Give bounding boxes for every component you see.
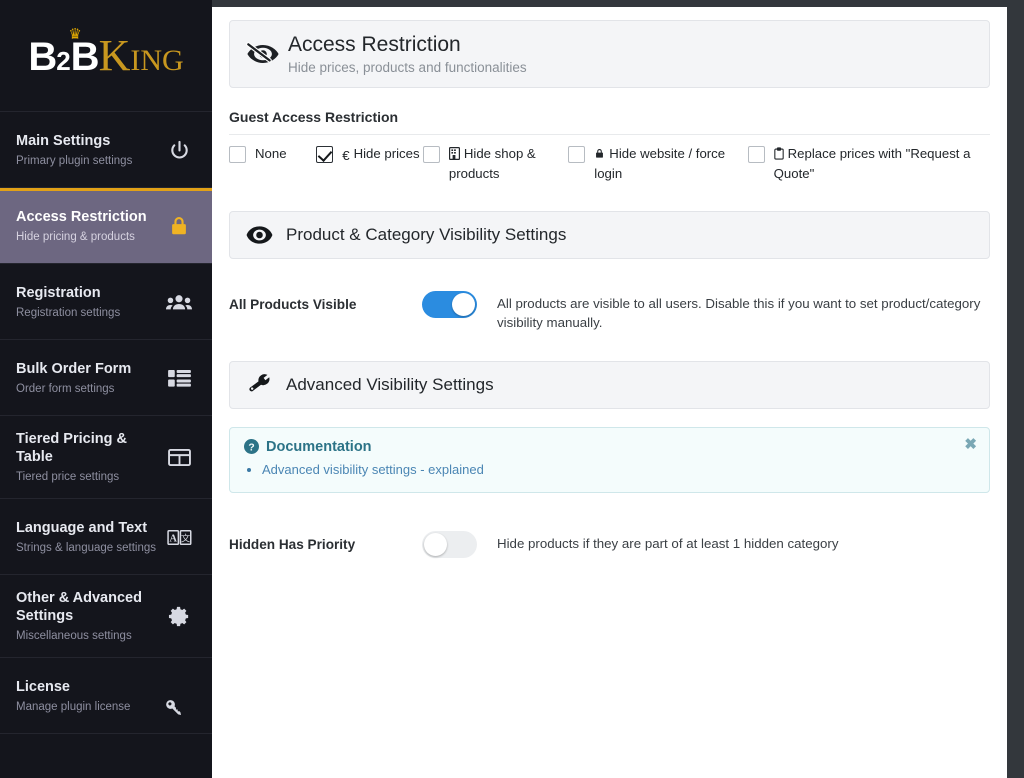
- main-content: Access Restriction Hide prices, products…: [212, 7, 1007, 778]
- sidebar-item-sub: Miscellaneous settings: [16, 630, 132, 643]
- hidden-has-priority-row: Hidden Has Priority Hide products if the…: [229, 521, 990, 558]
- option-none[interactable]: None: [229, 145, 316, 164]
- sidebar-item-title: Tiered Pricing & Table: [16, 431, 127, 466]
- list-grid-icon: [162, 369, 196, 388]
- all-products-visible-description: All products are visible to all users. D…: [497, 295, 981, 330]
- sidebar-item-main-settings[interactable]: Main Settings Primary plugin settings: [0, 112, 212, 188]
- all-products-visible-row: All Products Visible All products are vi…: [229, 281, 990, 333]
- option-hide-prices[interactable]: € Hide prices: [316, 145, 423, 165]
- list-item: Advanced visibility settings - explained: [262, 462, 975, 477]
- crown-icon: ♛: [68, 26, 82, 43]
- eye-slash-icon: [246, 40, 288, 68]
- option-hide-website-force-login[interactable]: Hide website / force login: [568, 145, 747, 183]
- sidebar-item-tiered-pricing[interactable]: Tiered Pricing & Table Tiered price sett…: [0, 416, 212, 500]
- building-icon: [448, 147, 460, 165]
- sidebar-item-title: License: [16, 678, 70, 695]
- sidebar-item-registration[interactable]: Registration Registration settings: [0, 264, 212, 340]
- sidebar-item-sub: Tiered price settings: [16, 471, 120, 484]
- logo-k: K: [98, 30, 131, 80]
- advanced-visibility-section-header: Advanced Visibility Settings: [229, 360, 990, 409]
- app-root: ♛ B2BKING Main Settings Primary plugin s…: [0, 0, 1024, 778]
- sidebar-item-sub: Registration settings: [16, 306, 121, 319]
- all-products-visible-toggle[interactable]: [422, 290, 477, 318]
- option-label: € Hide prices: [342, 146, 420, 164]
- product-visibility-section-header: Product & Category Visibility Settings: [229, 210, 990, 259]
- table-icon: [162, 448, 196, 467]
- brand-logo: ♛ B2BKING: [0, 0, 212, 112]
- option-label: None: [255, 146, 287, 162]
- sidebar-item-title: Main Settings: [16, 132, 111, 149]
- sidebar-item-access-restriction[interactable]: Access Restriction Hide pricing & produc…: [0, 188, 212, 264]
- page-header-panel: Access Restriction Hide prices, products…: [229, 20, 990, 89]
- users-icon: [162, 293, 196, 311]
- checkbox-hide-website-force-login[interactable]: [568, 146, 586, 164]
- section-title: Advanced Visibility Settings: [286, 374, 494, 394]
- checkbox-hide-prices[interactable]: [316, 146, 334, 164]
- sidebar-item-bulk-order-form[interactable]: Bulk Order Form Order form settings: [0, 340, 212, 416]
- documentation-links: Advanced visibility settings - explained: [262, 462, 975, 477]
- logo-ing: ING: [130, 43, 184, 77]
- key-icon: [162, 685, 196, 715]
- checkbox-none[interactable]: [229, 146, 246, 164]
- page-title: Access Restriction: [288, 33, 461, 56]
- documentation-link[interactable]: Advanced visibility settings - explained: [262, 462, 484, 477]
- sidebar-item-sub: Strings & language settings: [16, 541, 157, 554]
- euro-icon: €: [342, 148, 350, 164]
- checkbox-hide-shop-products[interactable]: [422, 146, 440, 164]
- wrench-icon: [246, 373, 286, 397]
- option-label: Hide shop & products: [448, 146, 536, 181]
- svg-text:?: ?: [248, 442, 254, 453]
- power-icon: [162, 139, 196, 162]
- lock-icon: [162, 214, 196, 238]
- close-icon[interactable]: ✖: [964, 437, 977, 452]
- checkbox-replace-prices-request-quote[interactable]: [747, 146, 765, 164]
- sidebar-item-sub: Order form settings: [16, 382, 115, 395]
- all-products-visible-label: All Products Visible: [229, 296, 357, 312]
- logo-2: 2: [56, 45, 71, 76]
- sidebar: ♛ B2BKING Main Settings Primary plugin s…: [0, 0, 212, 778]
- sidebar-item-title: Registration: [16, 284, 101, 301]
- section-title: Product & Category Visibility Settings: [286, 224, 567, 244]
- gear-icon: [162, 605, 196, 628]
- option-replace-prices-request-quote[interactable]: Replace prices with "Request a Quote": [747, 145, 990, 183]
- sidebar-item-sub: Primary plugin settings: [16, 154, 133, 167]
- hidden-has-priority-toggle[interactable]: [422, 530, 477, 558]
- page-subtitle: Hide prices, products and functionalitie…: [288, 60, 527, 76]
- option-label: Replace prices with "Request a Quote": [773, 146, 971, 181]
- toggle-knob: [452, 292, 475, 316]
- question-circle-icon: ?: [244, 439, 259, 455]
- svg-text:文: 文: [180, 532, 190, 543]
- lock-icon: [594, 147, 605, 165]
- option-label: Hide website / force login: [594, 146, 726, 181]
- guest-access-group-title: Guest Access Restriction: [229, 109, 990, 136]
- sidebar-item-title: Access Restriction: [16, 208, 147, 225]
- documentation-title-row: ? Documentation: [244, 439, 975, 455]
- logo-b1: B: [28, 34, 57, 79]
- clipboard-icon: [773, 147, 784, 165]
- sidebar-item-title: Bulk Order Form: [16, 360, 132, 377]
- hidden-has-priority-label: Hidden Has Priority: [229, 536, 356, 552]
- sidebar-item-other-advanced-settings[interactable]: Other & Advanced Settings Miscellaneous …: [0, 575, 212, 659]
- sidebar-item-license[interactable]: License Manage plugin license: [0, 658, 212, 735]
- svg-text:A: A: [169, 533, 177, 544]
- option-hide-shop-products[interactable]: Hide shop & products: [422, 145, 568, 183]
- documentation-box: ? Documentation Advanced visibility sett…: [229, 426, 990, 493]
- sidebar-item-language-and-text[interactable]: Language and Text Strings & language set…: [0, 499, 212, 576]
- hidden-has-priority-description: Hide products if they are part of at lea…: [497, 535, 839, 551]
- translate-icon: A 文: [162, 529, 196, 545]
- sidebar-item-sub: Hide pricing & products: [16, 230, 135, 243]
- sidebar-item-title: Other & Advanced Settings: [16, 590, 142, 625]
- sidebar-item-sub: Manage plugin license: [16, 700, 131, 713]
- documentation-title: Documentation: [266, 438, 372, 455]
- guest-access-options: None € Hide prices Hide shop & products H…: [229, 135, 990, 183]
- toggle-knob: [424, 532, 447, 556]
- sidebar-item-title: Language and Text: [16, 519, 148, 536]
- eye-icon: [246, 225, 286, 245]
